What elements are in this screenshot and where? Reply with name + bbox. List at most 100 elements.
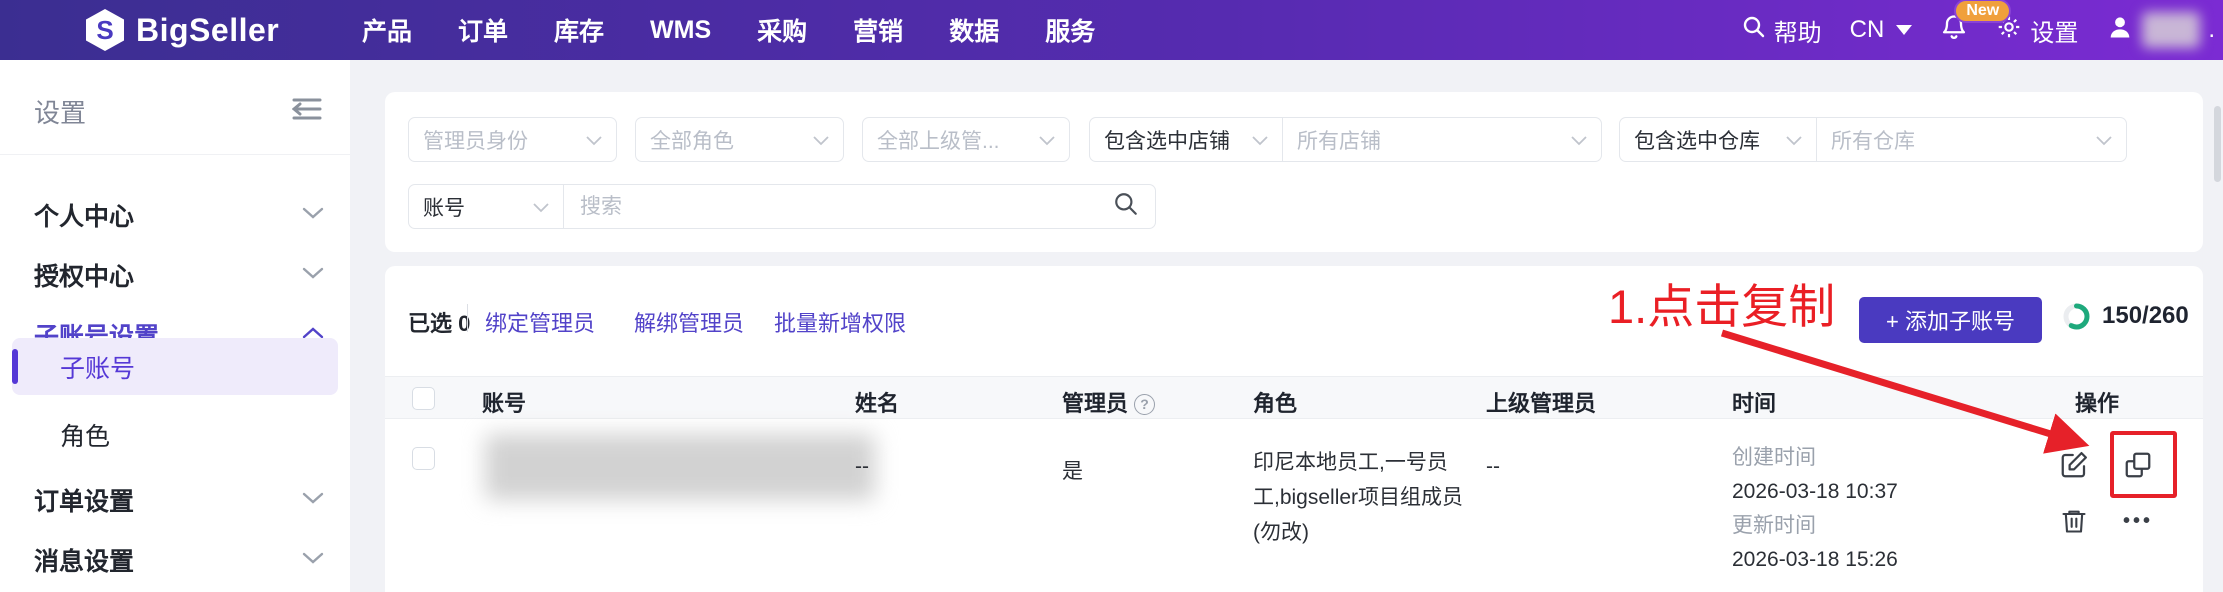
page-scrollbar[interactable] — [2214, 106, 2221, 182]
settings-label: 设置 — [2030, 19, 2079, 47]
user-icon — [2106, 13, 2134, 48]
shop-filter-mode-select[interactable]: 包含选中店铺 — [1089, 117, 1283, 162]
filter-panel: 管理员身份 全部角色 全部上级管... 包含选中店铺 所有店铺 包含选中仓库 所… — [385, 92, 2203, 252]
annotation-highlight-box — [2110, 431, 2177, 498]
search-input-wrap — [564, 184, 1156, 229]
chevron-down-icon — [586, 128, 602, 152]
edit-icon[interactable] — [2058, 449, 2090, 481]
bind-admin-link[interactable]: 绑定管理员 — [485, 306, 595, 338]
annotation-step-text: 1.点击复制 — [1608, 280, 1836, 333]
more-actions-icon[interactable]: ••• — [2122, 505, 2154, 537]
sidebar-item-roles[interactable]: 角色 — [0, 405, 350, 465]
chevron-down-icon — [302, 266, 324, 285]
all-warehouses-select[interactable]: 所有仓库 — [1817, 117, 2127, 162]
help-label: 帮助 — [1773, 19, 1822, 47]
question-circle-icon[interactable]: ? — [1134, 393, 1156, 415]
add-subaccount-button[interactable]: + 添加子账号 — [1859, 297, 2042, 343]
quota-progress-ring — [2063, 303, 2090, 329]
all-supervisors-select[interactable]: 全部上级管... — [862, 117, 1070, 162]
nav-item-purchase[interactable]: 采购 — [757, 12, 807, 48]
col-roles: 角色 — [1253, 391, 1298, 416]
sidebar-item-order-settings[interactable]: 订单设置 — [0, 470, 350, 530]
chevron-down-icon — [2096, 128, 2112, 152]
username-suffix: . — [2208, 16, 2215, 43]
search-icon[interactable] — [1113, 191, 1139, 222]
cell-time: 创建时间 2026-03-18 10:37 更新时间 2026-03-18 15… — [1732, 441, 1898, 577]
cell-supervisor: -- — [1486, 455, 1500, 478]
collapse-sidebar-icon[interactable] — [291, 96, 322, 127]
chevron-down-icon — [533, 195, 549, 219]
nav-item-inventory[interactable]: 库存 — [554, 12, 604, 48]
language-label: CN — [1849, 16, 1885, 43]
col-actions: 操作 — [2075, 391, 2120, 416]
chevron-down-icon — [1252, 128, 1268, 152]
cell-roles: 印尼本地员工,一号员工,bigseller项目组成员(勿改) — [1253, 451, 1464, 544]
brand-logo[interactable]: S BigSeller — [86, 0, 279, 60]
chevron-down-icon — [813, 128, 829, 152]
col-admin: 管理员? — [1062, 386, 1156, 418]
account-redacted — [485, 434, 875, 500]
batch-add-permission-link[interactable]: 批量新增权限 — [774, 306, 906, 338]
new-badge: New — [1954, 0, 2012, 23]
chevron-down-icon — [302, 491, 324, 510]
top-navbar: S BigSeller 产品 订单 库存 WMS 采购 营销 数据 服务 帮助 … — [0, 0, 2223, 60]
active-indicator-bar — [12, 349, 18, 384]
search-icon — [1742, 15, 1766, 46]
page: S BigSeller 产品 订单 库存 WMS 采购 营销 数据 服务 帮助 … — [0, 0, 2223, 592]
caret-down-icon — [1896, 25, 1913, 35]
divider — [467, 304, 468, 332]
language-selector[interactable]: CN — [1850, 16, 1913, 44]
table-row: -- 是 印尼本地员工,一号员工,bigseller项目组成员(勿改) -- 创… — [385, 419, 2203, 592]
delete-icon[interactable] — [2058, 505, 2090, 537]
quota-indicator: 150/260 — [2063, 302, 2189, 330]
col-name: 姓名 — [855, 391, 900, 416]
search-field-select[interactable]: 账号 — [408, 184, 564, 229]
nav-item-services[interactable]: 服务 — [1045, 12, 1095, 48]
unbind-admin-link[interactable]: 解绑管理员 — [634, 306, 744, 338]
cell-is-admin: 是 — [1062, 460, 1083, 483]
chevron-down-icon — [1786, 128, 1802, 152]
sidebar-item-authorization-center[interactable]: 授权中心 — [0, 245, 350, 305]
all-roles-select[interactable]: 全部角色 — [635, 117, 844, 162]
help-button[interactable]: 帮助 — [1742, 13, 1822, 48]
nav-item-products[interactable]: 产品 — [362, 12, 412, 48]
all-shops-select[interactable]: 所有店铺 — [1283, 117, 1602, 162]
nav-item-data[interactable]: 数据 — [949, 12, 999, 48]
chevron-down-icon — [302, 551, 324, 570]
sidebar-item-personal-center[interactable]: 个人中心 — [0, 185, 350, 245]
sidebar-title: 设置 — [34, 98, 87, 128]
updated-time-value: 2026-03-18 15:26 — [1732, 548, 1898, 571]
col-account: 账号 — [482, 391, 527, 416]
chevron-down-icon — [1039, 128, 1055, 152]
nav-item-marketing[interactable]: 营销 — [853, 12, 903, 48]
quota-text: 150/260 — [2102, 302, 2189, 329]
bigseller-logo-icon: S — [86, 9, 124, 51]
col-supervisor: 上级管理员 — [1486, 391, 1597, 416]
username-redacted — [2142, 12, 2201, 48]
subaccount-table-panel: 已选 0 绑定管理员 解绑管理员 批量新增权限 + 添加子账号 150/260 … — [385, 266, 2203, 592]
brand-name: BigSeller — [136, 11, 280, 48]
col-time: 时间 — [1732, 391, 1777, 416]
chevron-down-icon — [1571, 128, 1587, 152]
admin-identity-select[interactable]: 管理员身份 — [408, 117, 617, 162]
main-menu: 产品 订单 库存 WMS 采购 营销 数据 服务 — [362, 0, 1141, 60]
navbar-right: 帮助 CN New 设置 . — [1742, 0, 2215, 60]
sidebar-item-subaccount[interactable]: 子账号 — [12, 338, 338, 395]
search-input[interactable] — [580, 194, 1113, 219]
nav-item-orders[interactable]: 订单 — [458, 12, 508, 48]
chevron-down-icon — [302, 206, 324, 225]
warehouse-filter-mode-select[interactable]: 包含选中仓库 — [1619, 117, 1817, 162]
sidebar-header: 设置 — [0, 60, 350, 155]
settings-sidebar: 设置 个人中心 授权中心 子账号设置 子账号 角色 订单设置 消息设置 — [0, 60, 350, 592]
table-header-row: 账号 姓名 管理员? 角色 上级管理员 时间 操作 — [385, 376, 2203, 419]
created-time-label: 创建时间 — [1732, 446, 1816, 469]
select-all-checkbox[interactable] — [412, 387, 435, 410]
row-checkbox[interactable] — [412, 447, 435, 470]
sidebar-item-message-settings[interactable]: 消息设置 — [0, 530, 350, 590]
cell-name: -- — [855, 455, 869, 478]
notifications-button[interactable]: New — [1940, 0, 2012, 48]
nav-item-wms[interactable]: WMS — [650, 16, 711, 45]
selected-count: 已选 0 — [408, 311, 471, 336]
created-time-value: 2026-03-18 10:37 — [1732, 480, 1898, 503]
user-account[interactable]: . — [2106, 12, 2215, 48]
